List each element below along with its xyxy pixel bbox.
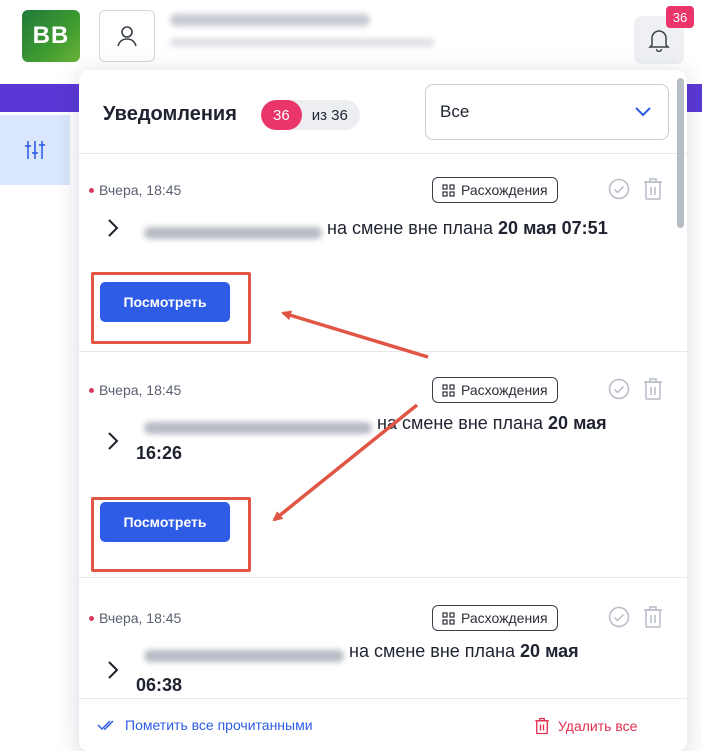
unread-count: 36 xyxy=(261,100,302,130)
notification-count-badge: 36 xyxy=(666,6,694,28)
notification-text: на смене вне плана 20 мая xyxy=(349,641,579,661)
chevron-right-icon xyxy=(108,432,119,450)
notification-filter-select[interactable]: Все xyxy=(425,84,669,140)
tag-label: Расхождения xyxy=(461,182,548,198)
trash-icon xyxy=(644,178,662,200)
delete-button[interactable] xyxy=(643,177,663,201)
chevron-down-icon xyxy=(635,107,651,117)
sender-name-blurred xyxy=(144,650,344,662)
notification-counter: 36 из 36 xyxy=(261,100,360,130)
filter-sliders-icon xyxy=(25,141,45,159)
chevron-right-icon xyxy=(108,661,119,679)
notification-time: Вчера, 18:45 xyxy=(99,382,182,398)
expand-chevron[interactable] xyxy=(107,218,119,244)
panel-footer: Пометить все прочитанными Удалить все xyxy=(79,698,687,751)
delete-button[interactable] xyxy=(643,377,663,401)
check-circle-icon xyxy=(608,378,630,400)
check-circle-icon xyxy=(608,606,630,628)
filter-button[interactable] xyxy=(0,115,70,185)
notifications-panel: Уведомления 36 из 36 Все Вчера, 18:45 Ра… xyxy=(79,70,687,751)
notification-type-tag: Расхождения xyxy=(432,377,558,403)
notification-type-tag: Расхождения xyxy=(432,605,558,631)
notification-text: на смене вне плана 20 мая xyxy=(377,413,607,433)
chevron-right-icon xyxy=(108,219,119,237)
user-icon xyxy=(117,26,137,47)
trash-icon xyxy=(644,606,662,628)
filter-selected-value: Все xyxy=(440,102,470,121)
expand-chevron[interactable] xyxy=(107,431,119,457)
mark-read-button[interactable] xyxy=(608,378,630,400)
tag-label: Расхождения xyxy=(461,382,548,398)
sender-name-blurred xyxy=(144,227,322,239)
unread-dot xyxy=(89,616,94,621)
grid-icon xyxy=(442,611,455,625)
delete-button[interactable] xyxy=(643,605,663,629)
user-avatar[interactable] xyxy=(99,10,155,62)
user-name-blurred xyxy=(170,14,370,26)
mark-read-button[interactable] xyxy=(608,178,630,200)
sender-name-blurred xyxy=(144,422,372,434)
mark-all-read-label: Пометить все прочитанными xyxy=(125,717,313,733)
notification-item: Вчера, 18:45 Расхождения на смене вне пл… xyxy=(79,578,687,698)
expand-chevron[interactable] xyxy=(107,660,119,686)
user-role-blurred xyxy=(170,38,435,47)
unread-dot xyxy=(89,388,94,393)
total-count: из 36 xyxy=(311,106,348,124)
trash-icon xyxy=(535,717,549,735)
mark-all-read-button[interactable]: Пометить все прочитанными xyxy=(97,717,313,733)
notification-text-continued: 16:26 xyxy=(136,443,183,463)
trash-icon xyxy=(644,378,662,400)
annotation-highlight-box xyxy=(91,497,251,572)
grid-icon xyxy=(442,383,455,397)
notification-time: Вчера, 18:45 xyxy=(99,182,182,198)
notification-text-continued: 06:38 xyxy=(136,675,183,695)
annotation-highlight-box xyxy=(91,272,251,344)
mark-read-button[interactable] xyxy=(608,606,630,628)
delete-all-label: Удалить все xyxy=(558,718,638,734)
grid-icon xyxy=(442,183,455,197)
double-check-icon xyxy=(97,720,114,731)
notification-text: на смене вне плана 20 мая 07:51 xyxy=(327,218,608,238)
check-circle-icon xyxy=(608,178,630,200)
notification-time: Вчера, 18:45 xyxy=(99,610,182,626)
panel-header: Уведомления 36 из 36 Все xyxy=(79,70,687,154)
tag-label: Расхождения xyxy=(461,610,548,626)
app-logo[interactable]: BB xyxy=(22,10,80,62)
notification-type-tag: Расхождения xyxy=(432,177,558,203)
unread-dot xyxy=(89,188,94,193)
delete-all-button[interactable]: Удалить все xyxy=(534,717,637,735)
panel-title: Уведомления xyxy=(103,103,237,125)
bell-icon xyxy=(648,30,670,52)
